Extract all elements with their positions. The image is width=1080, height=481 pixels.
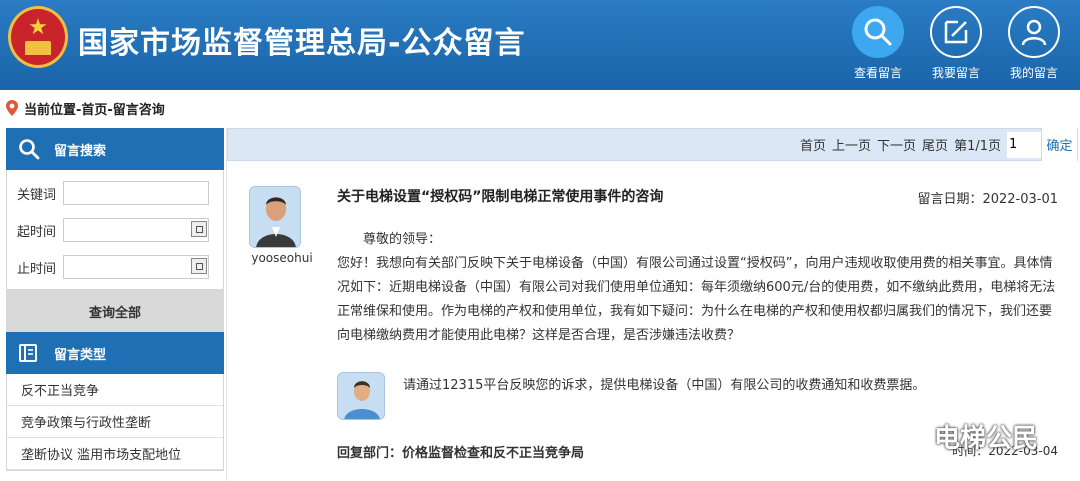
site-header: ★ 国家市场监督管理总局-公众留言 查看留言 我要留言 我的留言 xyxy=(0,0,1080,90)
confirm-button[interactable]: 确定 xyxy=(1041,128,1077,161)
start-time-field xyxy=(63,218,209,242)
last-page-link[interactable]: 尾页 xyxy=(922,135,948,154)
end-time-input[interactable] xyxy=(63,255,209,279)
search-icon xyxy=(852,6,904,58)
watermark: 电梯公民 xyxy=(888,418,1038,455)
site-title: 国家市场监督管理总局-公众留言 xyxy=(78,26,526,61)
reply-department: 回复部门：价格监督检查和反不正当竞争局 xyxy=(337,446,585,461)
nav-label: 我的留言 xyxy=(1009,66,1058,80)
user-name: yooseohui xyxy=(251,251,313,265)
nav-my-messages[interactable]: 我的留言 xyxy=(999,6,1069,81)
message-title[interactable]: 关于电梯设置“授权码”限制电梯正常使用事件的咨询 xyxy=(337,186,663,206)
keyword-row: 关键词 xyxy=(17,180,215,206)
search-icon xyxy=(19,139,40,160)
start-time-row: 起时间 xyxy=(17,217,215,243)
type-item[interactable]: 反不正当竞争 xyxy=(7,374,223,406)
wechat-icon xyxy=(888,421,928,451)
book-icon xyxy=(19,344,37,362)
query-all-button[interactable]: 查询全部 xyxy=(6,290,224,332)
prev-page-link[interactable]: 上一页 xyxy=(832,135,871,154)
breadcrumb-text: 当前位置-首页-留言咨询 xyxy=(24,102,165,118)
message-greeting: 尊敬的领导： xyxy=(363,232,442,247)
nav-label: 我要留言 xyxy=(931,66,980,80)
first-page-link[interactable]: 首页 xyxy=(800,135,826,154)
location-pin-icon xyxy=(6,100,18,116)
nav-view-messages[interactable]: 查看留言 xyxy=(843,6,913,81)
calendar-icon[interactable] xyxy=(191,221,207,237)
nav-leave-message[interactable]: 我要留言 xyxy=(921,6,991,81)
message-body: 您好！我想向有关部门反映下关于电梯设备（中国）有限公司通过设置“授权码”，向用户… xyxy=(337,256,1056,343)
national-emblem-icon: ★ xyxy=(8,6,68,68)
end-time-field xyxy=(63,255,209,279)
search-form: 关键词 起时间 止时间 xyxy=(6,170,224,290)
type-item[interactable]: 竞争政策与行政性垄断 xyxy=(7,406,223,438)
reply-text: 请通过12315平台反映您的诉求，提供电梯设备（中国）有限公司的收费通知和收费票… xyxy=(403,378,926,393)
user-avatar xyxy=(249,186,301,248)
breadcrumb: 当前位置-首页-留言咨询 xyxy=(6,97,165,119)
search-panel-header: 留言搜索 xyxy=(6,128,224,170)
start-time-label: 起时间 xyxy=(17,224,57,240)
pagination-bar: 首页 上一页 下一页 尾页 第1/1页 确定 xyxy=(227,128,1078,161)
end-time-row: 止时间 xyxy=(17,254,215,280)
type-panel-header: 留言类型 xyxy=(6,332,224,374)
user-icon xyxy=(1008,6,1060,58)
start-time-input[interactable] xyxy=(63,218,209,242)
sidebar: 留言搜索 关键词 起时间 止时间 查询全部 留言类型 反不正当竞争 竞争政策与行… xyxy=(6,128,224,481)
watermark-text: 电梯公民 xyxy=(934,424,1039,454)
next-page-link[interactable]: 下一页 xyxy=(877,135,916,154)
type-item[interactable]: 垄断协议 滥用市场支配地位 xyxy=(7,438,223,470)
keyword-input[interactable] xyxy=(63,181,209,205)
keyword-label: 关键词 xyxy=(17,187,57,203)
edit-icon xyxy=(930,6,982,58)
message-date: 留言日期：2022-03-01 xyxy=(917,192,1058,207)
type-list: 反不正当竞争 竞争政策与行政性垄断 垄断协议 滥用市场支配地位 xyxy=(6,374,224,471)
end-time-label: 止时间 xyxy=(17,261,57,277)
reply-avatar xyxy=(337,372,385,420)
search-panel-title: 留言搜索 xyxy=(54,143,107,159)
type-panel-title: 留言类型 xyxy=(54,347,107,363)
page-info: 第1/1页 xyxy=(954,139,1001,154)
page-number-input[interactable] xyxy=(1007,131,1041,158)
calendar-icon[interactable] xyxy=(191,258,207,274)
nav-label: 查看留言 xyxy=(853,66,902,80)
